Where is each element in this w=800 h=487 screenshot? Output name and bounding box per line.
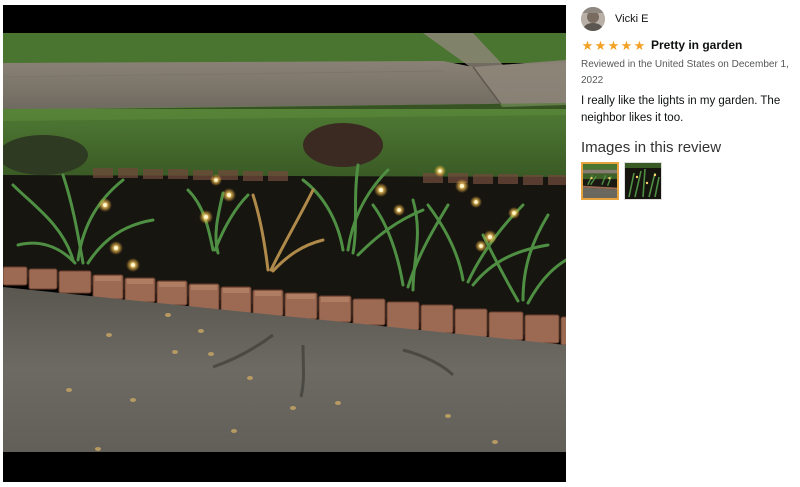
images-heading: Images in this review [581, 139, 722, 156]
review-image-viewer[interactable] [3, 5, 566, 482]
star-icon: ★ [633, 37, 646, 53]
review-image-thumbnails [581, 162, 793, 200]
star-rating[interactable]: ★ ★ ★ ★ ★ [581, 39, 646, 52]
review-panel: Vicki E ★ ★ ★ ★ ★ Pretty in garden Reviewed … [581, 6, 793, 200]
review-body: I really like the lights in my garden. T… [581, 95, 781, 124]
star-icon: ★ [581, 37, 594, 53]
review-title[interactable]: Pretty in garden [651, 38, 742, 52]
reviewer-name[interactable]: Vicki E [615, 13, 648, 25]
star-icon: ★ [594, 37, 607, 53]
star-icon: ★ [607, 37, 620, 53]
reviewer-row: Vicki E [581, 6, 793, 32]
thumbnail-1[interactable] [581, 162, 619, 200]
thumbnail-2[interactable] [624, 162, 662, 200]
reviewer-avatar[interactable] [581, 7, 605, 31]
star-icon: ★ [620, 37, 633, 53]
rating-row: ★ ★ ★ ★ ★ Pretty in garden [581, 38, 793, 52]
review-date: Reviewed in the United States on Decembe… [581, 59, 789, 86]
review-photo [3, 5, 566, 482]
